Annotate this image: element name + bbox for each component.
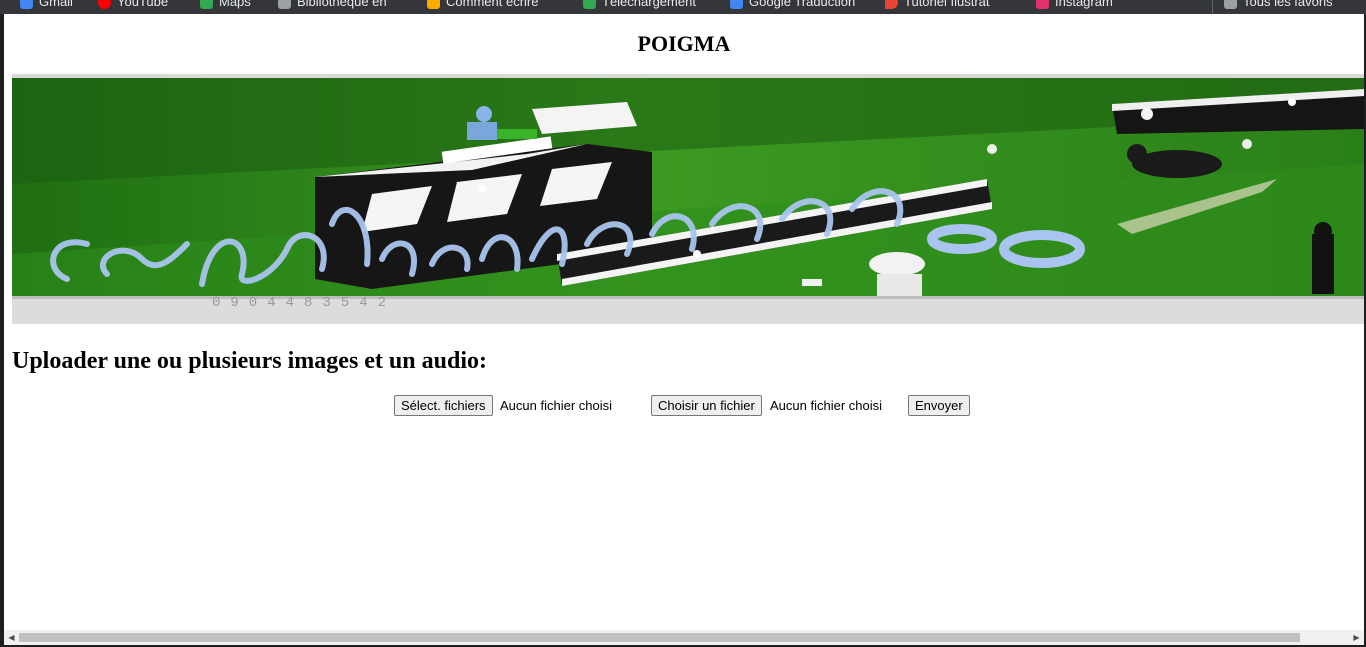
bookmark-instagram[interactable]: Instagram bbox=[1036, 0, 1113, 12]
folder-icon bbox=[1224, 0, 1237, 10]
scroll-left-arrow-icon[interactable]: ◀ bbox=[4, 630, 19, 645]
scroll-right-arrow-icon[interactable]: ▶ bbox=[1349, 630, 1364, 645]
pin-icon bbox=[885, 0, 898, 10]
bookmark-library[interactable]: Bibliothèque en bbox=[278, 0, 387, 12]
scrollbar-thumb[interactable] bbox=[19, 633, 1300, 642]
bookmark-google-traduction[interactable]: Google Traduction bbox=[730, 0, 855, 12]
bookmarks-separator bbox=[1212, 0, 1213, 14]
horizontal-scrollbar[interactable]: ◀ ▶ bbox=[4, 630, 1364, 645]
gmail-icon bbox=[20, 0, 33, 10]
bookmark-gmail[interactable]: Gmail bbox=[20, 0, 73, 12]
choose-audio-button[interactable]: Choisir un fichier bbox=[651, 395, 762, 416]
audio-file-status: Aucun fichier choisi bbox=[770, 398, 882, 413]
youtube-icon bbox=[98, 0, 111, 10]
bookmark-youtube[interactable]: YouTube bbox=[98, 0, 168, 12]
folder-icon bbox=[427, 0, 440, 10]
svg-text:0904483542: 0904483542 bbox=[212, 295, 396, 311]
library-icon bbox=[278, 0, 291, 10]
submit-button[interactable]: Envoyer bbox=[908, 395, 970, 416]
bookmark-maps[interactable]: Maps bbox=[200, 0, 251, 12]
maps-icon bbox=[200, 0, 213, 10]
bookmarks-bar: Gmail YouTube Maps Bibliothèque en Comme… bbox=[0, 0, 1366, 14]
download-icon bbox=[583, 0, 596, 10]
upload-heading: Uploader une ou plusieurs images et un a… bbox=[12, 348, 487, 374]
film-clapperboard-banner: 0904483542 bbox=[12, 74, 1364, 324]
instagram-icon bbox=[1036, 0, 1049, 10]
images-file-status: Aucun fichier choisi bbox=[500, 398, 612, 413]
window-frame-left bbox=[0, 14, 4, 647]
banner-image: 0904483542 bbox=[12, 74, 1364, 324]
bookmark-telechargement[interactable]: Téléchargement bbox=[583, 0, 696, 12]
bookmark-tutoriel[interactable]: Tutoriel Ilustrat bbox=[885, 0, 990, 12]
bookmark-all-favorites[interactable]: Tous les favoris bbox=[1224, 0, 1333, 12]
bookmark-comment-ecrire[interactable]: Comment écrire bbox=[427, 0, 538, 12]
upload-form: Sélect. fichiers Aucun fichier choisi Ch… bbox=[0, 395, 1366, 417]
select-images-button[interactable]: Sélect. fichiers bbox=[394, 395, 493, 416]
translate-icon bbox=[730, 0, 743, 10]
page-title: POIGMA bbox=[637, 31, 731, 56]
